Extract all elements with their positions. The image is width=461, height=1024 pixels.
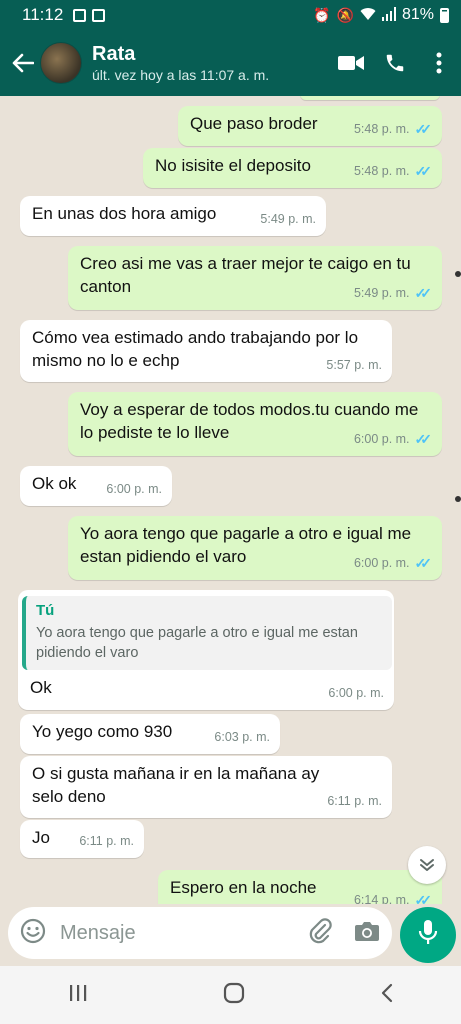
composer-bar: Mensaje: [0, 904, 461, 966]
quoted-author: Tú: [36, 602, 55, 619]
contact-info[interactable]: Rata últ. vez hoy a las 11:07 a. m.: [92, 43, 329, 83]
system-navigation-bar: [0, 966, 461, 1024]
message-text: Jo: [32, 828, 50, 847]
message-meta: 5:48 p. m. ✓✓: [354, 118, 432, 141]
quoted-message[interactable]: Tú Yo aora tengo que pagarle a otro e ig…: [22, 596, 392, 670]
message-bubble-incoming[interactable]: O si gusta mañana ir en la mañana ay sel…: [20, 756, 392, 818]
message-text: Ok ok: [32, 474, 77, 493]
message-time: 5:48 p. m.: [353, 122, 410, 136]
message-text: Cómo vea estimado ando trabajando por lo…: [32, 328, 359, 370]
read-ticks-icon: ✓✓: [414, 121, 433, 137]
microphone-icon: [418, 919, 438, 952]
message-time: 6:00 p. m.: [353, 556, 410, 570]
last-seen-status: últ. vez hoy a las 11:07 a. m.: [92, 67, 270, 83]
message-text: Ok: [30, 678, 52, 697]
message-time: 6:14 p. m.: [353, 893, 410, 904]
message-text: Que paso broder: [190, 114, 318, 133]
read-ticks-icon: ✓✓: [414, 892, 433, 904]
message-meta: 6:00 p. m.: [106, 478, 162, 501]
message-meta: 5:49 p. m. ✓✓: [354, 282, 432, 305]
message-text: No isisite el deposito: [155, 156, 311, 175]
message-bubble-outgoing[interactable]: Yo aora tengo que pagarle a otro e igual…: [68, 516, 442, 580]
attach-icon[interactable]: [308, 917, 332, 949]
chat-area[interactable]: Que paso broder 5:48 p. m. ✓✓ No isisite …: [0, 96, 461, 904]
contact-name: Rata: [92, 43, 136, 65]
phone-icon[interactable]: [373, 41, 417, 85]
read-ticks-icon: ✓✓: [414, 285, 433, 301]
message-meta: 5:49 p. m.: [260, 208, 316, 231]
scroll-to-bottom-button[interactable]: [408, 846, 446, 884]
contact-avatar[interactable]: [40, 42, 82, 84]
message-meta: 6:03 p. m.: [214, 726, 270, 749]
scroll-indicator: [455, 271, 461, 277]
alarm-icon: ⏰: [313, 6, 331, 23]
message-bubble-incoming[interactable]: Yo yego como 930 6:03 p. m.: [20, 714, 280, 754]
status-bar: 11:12 ⏰ 🔕 81%: [0, 0, 461, 30]
message-bubble-outgoing[interactable]: No isisite el deposito 5:48 p. m. ✓✓: [143, 148, 442, 188]
quoted-text: Yo aora tengo que pagarle a otro e igual…: [36, 625, 358, 661]
wifi-icon: [360, 7, 376, 24]
chat-header: Rata últ. vez hoy a las 11:07 a. m.: [0, 30, 461, 96]
message-bubble-outgoing[interactable]: Creo asi me vas a traer mejor te caigo e…: [68, 246, 442, 310]
scroll-indicator: [455, 496, 461, 502]
message-meta: 6:00 p. m. ✓✓: [354, 428, 432, 451]
message-input-container[interactable]: Mensaje: [8, 907, 392, 959]
battery-percentage: 81%: [401, 6, 434, 23]
signal-icon: [381, 6, 396, 24]
message-meta: 6:14 p. m. ✓✓: [354, 889, 432, 904]
status-time: 11:12: [22, 5, 64, 24]
more-options-icon[interactable]: [417, 41, 461, 85]
message-meta: 5:57 p. m.: [326, 354, 382, 377]
home-icon[interactable]: [223, 982, 245, 1009]
message-time: 6:00 p. m.: [328, 686, 384, 700]
message-bubble-outgoing[interactable]: [300, 96, 440, 100]
message-bubble-outgoing[interactable]: Que paso broder 5:48 p. m. ✓✓: [178, 106, 442, 146]
message-bubble-incoming[interactable]: Ok ok 6:00 p. m.: [20, 466, 172, 506]
voice-message-button[interactable]: [400, 907, 456, 963]
message-meta: 6:11 p. m.: [327, 790, 382, 813]
read-ticks-icon: ✓✓: [414, 431, 433, 447]
message-bubble-incoming[interactable]: Cómo vea estimado ando trabajando por lo…: [20, 320, 392, 382]
message-time: 6:03 p. m.: [214, 730, 270, 744]
message-time: 5:49 p. m.: [260, 212, 316, 226]
message-time: 6:00 p. m.: [353, 432, 410, 446]
message-meta: 6:11 p. m.: [79, 830, 134, 853]
message-meta: 6:00 p. m.: [328, 682, 384, 705]
camera-icon[interactable]: [354, 920, 380, 947]
message-time: 5:48 p. m.: [353, 164, 410, 178]
read-ticks-icon: ✓✓: [414, 555, 433, 571]
emoji-icon[interactable]: [20, 918, 46, 949]
message-bubble-incoming[interactable]: En unas dos hora amigo 5:49 p. m.: [20, 196, 326, 236]
gallery-notification-icon: [73, 8, 87, 22]
message-time: 6:11 p. m.: [327, 794, 382, 808]
message-meta: 6:00 p. m. ✓✓: [354, 552, 432, 575]
message-time: 6:00 p. m.: [106, 482, 162, 496]
message-time: 5:57 p. m.: [326, 358, 382, 372]
message-meta: 5:48 p. m. ✓✓: [354, 160, 432, 183]
message-text: En unas dos hora amigo: [32, 204, 217, 223]
back-nav-icon[interactable]: [380, 983, 394, 1008]
message-text: Espero en la noche: [170, 878, 317, 897]
battery-icon: [440, 7, 449, 23]
message-bubble-outgoing[interactable]: Espero en la noche 6:14 p. m. ✓✓: [158, 870, 442, 904]
message-time: 5:49 p. m.: [353, 286, 410, 300]
video-call-icon[interactable]: [329, 41, 373, 85]
back-arrow-icon[interactable]: [6, 53, 40, 73]
message-time: 6:11 p. m.: [79, 834, 134, 848]
app-notification-icon: [92, 8, 106, 22]
message-text: O si gusta mañana ir en la mañana ay sel…: [32, 764, 320, 806]
message-text: Yo yego como 930: [32, 722, 173, 741]
message-bubble-incoming[interactable]: Jo 6:11 p. m.: [20, 820, 144, 858]
recent-apps-icon[interactable]: [68, 984, 88, 1007]
message-bubble-outgoing[interactable]: Voy a esperar de todos modos.tu cuando m…: [68, 392, 442, 456]
mute-icon: 🔕: [336, 6, 354, 23]
message-input[interactable]: Mensaje: [60, 922, 308, 945]
read-ticks-icon: ✓✓: [414, 163, 433, 179]
